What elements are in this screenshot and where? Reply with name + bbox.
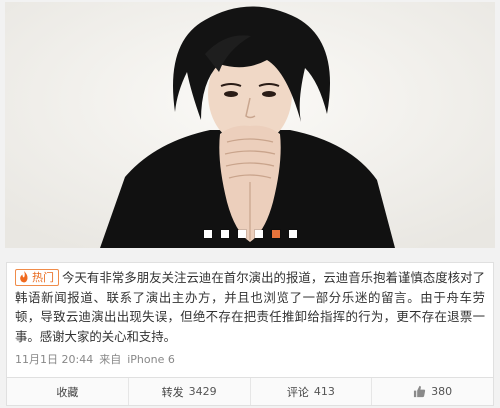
repost-count: 3429 [188,385,217,398]
post-body: 热门 今天有非常多朋友关注云迪在首尔演出的报道，云迪音乐抱着谨慎态度核对了韩语新闻… [15,268,485,346]
gallery-dot[interactable] [220,230,229,238]
hot-badge-label: 热门 [32,271,54,284]
repost-button[interactable]: 转发 3429 [129,378,251,405]
post-meta: 11月1日 20:44 来自 iPhone 6 [15,351,181,367]
favorite-label: 收藏 [56,385,79,399]
post-source[interactable]: iPhone 6 [127,353,175,366]
comment-count: 413 [313,385,335,398]
post-card: 热门 今天有非常多朋友关注云迪在首尔演出的报道，云迪音乐抱着谨慎态度核对了韩语新闻… [6,262,494,378]
like-button[interactable]: 380 [372,378,493,405]
gallery-dot[interactable] [237,230,246,238]
repost-label: 转发 [161,385,184,399]
comment-label: 评论 [286,385,309,399]
gallery-pagination [5,230,495,238]
post-source-prefix: 来自 [99,353,122,366]
gallery-dot[interactable] [203,230,212,238]
favorite-button[interactable]: 收藏 [7,378,129,405]
portrait-image [5,2,495,248]
like-count: 380 [431,385,453,398]
fire-icon [20,271,28,283]
hot-badge[interactable]: 热门 [15,269,59,286]
gallery-dot-active[interactable] [271,230,280,238]
thumbs-up-icon [414,385,426,398]
weibo-post-screenshot: 热门 今天有非常多朋友关注云迪在首尔演出的报道，云迪音乐抱着谨慎态度核对了韩语新闻… [0,0,500,408]
post-text: 今天有非常多朋友关注云迪在首尔演出的报道，云迪音乐抱着谨慎态度核对了韩语新闻报道… [15,270,485,344]
post-action-bar: 收藏 转发 3429 评论 413 380 [6,378,494,406]
post-date[interactable]: 11月1日 20:44 [15,353,93,366]
comment-button[interactable]: 评论 413 [251,378,373,405]
gallery-dot[interactable] [288,230,297,238]
post-photo[interactable] [5,2,495,248]
gallery-dot[interactable] [254,230,263,238]
